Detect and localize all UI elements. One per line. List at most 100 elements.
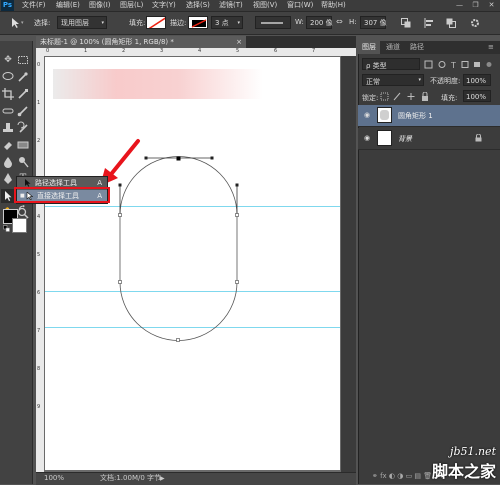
- ruler-tick-label: 1: [84, 48, 88, 54]
- h-label: H:: [349, 18, 357, 26]
- layer-row-rounded-rect[interactable]: ◉ 圆角矩形 1: [358, 105, 500, 127]
- menu-layer[interactable]: 图层(L): [120, 0, 143, 11]
- quick-select-tool-icon[interactable]: [16, 70, 30, 84]
- rounded-rectangle-path[interactable]: [45, 57, 340, 470]
- ruler-tick-label: 8: [37, 366, 41, 372]
- fill-swatch[interactable]: [146, 16, 166, 29]
- watermark-site: jb51.net: [450, 445, 496, 458]
- layer-filter-dropdown[interactable]: ρ 类型: [362, 58, 420, 70]
- dodge-tool-icon[interactable]: [16, 155, 30, 169]
- marquee-tool-icon[interactable]: [16, 53, 30, 67]
- width-field[interactable]: 200 像: [306, 16, 333, 29]
- layer-name[interactable]: 圆角矩形 1: [398, 111, 433, 121]
- vertical-scrollbar[interactable]: [341, 56, 356, 472]
- height-value: 307 像: [364, 19, 387, 27]
- watermark-brand: 脚本之家: [431, 462, 496, 481]
- anchor-point[interactable]: [176, 338, 180, 342]
- tab-channels[interactable]: 通道: [382, 41, 404, 54]
- menu-file[interactable]: 文件(F): [22, 0, 46, 11]
- background-color-swatch[interactable]: [12, 218, 27, 233]
- menu-bar: Ps 文件(F) 编辑(E) 图像(I) 图层(L) 文字(Y) 选择(S) 滤…: [0, 0, 500, 12]
- eraser-tool-icon[interactable]: [1, 138, 15, 152]
- stroke-swatch[interactable]: [188, 16, 208, 29]
- ruler-tick-label: 0: [37, 62, 41, 68]
- menu-edit[interactable]: 编辑(E): [56, 0, 80, 11]
- tab-paths[interactable]: 路径: [406, 41, 428, 54]
- close-document-icon[interactable]: ×: [236, 36, 242, 48]
- menu-window[interactable]: 窗口(W): [287, 0, 313, 11]
- stroke-width-field[interactable]: 3 点 ▾: [211, 16, 243, 29]
- tool-preset-chevron-icon[interactable]: ▾: [21, 20, 24, 26]
- gradient-tool-icon[interactable]: [16, 138, 30, 152]
- eye-icon[interactable]: ◉: [363, 111, 371, 119]
- ruler-tick-label: 7: [312, 48, 316, 54]
- fill-field[interactable]: 100%: [463, 90, 491, 102]
- zoom-level[interactable]: 100%: [44, 473, 64, 484]
- anchor-handle[interactable]: [144, 156, 148, 160]
- solid-line-icon: [261, 22, 283, 24]
- brush-tool-icon[interactable]: [16, 104, 30, 118]
- ruler-tick-label: 5: [236, 48, 240, 54]
- lock-icons[interactable]: [380, 92, 436, 101]
- clone-stamp-tool-icon[interactable]: [1, 121, 15, 135]
- select-dropdown-value: 现用图层: [61, 19, 89, 27]
- anchor-handle[interactable]: [210, 156, 214, 160]
- menu-view[interactable]: 视图(V): [253, 0, 277, 11]
- ruler-tick-label: 4: [37, 214, 41, 220]
- eyedropper-tool-icon[interactable]: [16, 87, 30, 101]
- opacity-field[interactable]: 100%: [463, 74, 491, 86]
- ruler-tick-label: 4: [198, 48, 202, 54]
- stroke-type-dropdown[interactable]: [255, 16, 291, 29]
- close-button[interactable]: ✕: [486, 1, 497, 10]
- layer-filter-icons[interactable]: T: [424, 60, 494, 69]
- document-tab[interactable]: 未标题-1 @ 100% (圆角矩形 1, RGB/8) * ×: [36, 36, 246, 48]
- lasso-tool-icon[interactable]: [1, 70, 15, 84]
- healing-brush-tool-icon[interactable]: [1, 104, 15, 118]
- anchor-point[interactable]: [118, 280, 122, 284]
- crop-tool-icon[interactable]: [1, 87, 15, 101]
- opacity-label: 不透明度:: [430, 77, 461, 85]
- menu-select[interactable]: 选择(S): [186, 0, 210, 11]
- restore-button[interactable]: ❐: [470, 1, 481, 10]
- ruler-tick-label: 9: [37, 404, 41, 410]
- anchor-point[interactable]: [176, 156, 181, 161]
- width-value: 200 像: [310, 19, 333, 27]
- path-arrangement-icon[interactable]: [446, 18, 456, 28]
- minimize-button[interactable]: —: [454, 1, 465, 10]
- anchor-point[interactable]: [235, 213, 239, 217]
- menu-image[interactable]: 图像(I): [89, 0, 111, 11]
- anchor-point[interactable]: [118, 213, 122, 217]
- eye-icon[interactable]: ◉: [363, 134, 371, 142]
- swap-colors-icon[interactable]: [18, 205, 26, 213]
- ruler-tick-label: 6: [37, 290, 41, 296]
- tools-panel: ✥ T ✋: [0, 41, 33, 484]
- anchor-point[interactable]: [235, 280, 239, 284]
- layer-row-background[interactable]: ◉ 背景: [358, 128, 500, 150]
- history-brush-tool-icon[interactable]: [16, 121, 30, 135]
- link-dimensions-icon[interactable]: ⇔: [336, 17, 343, 26]
- w-label: W:: [295, 18, 304, 26]
- move-tool-icon[interactable]: ✥: [1, 53, 15, 67]
- menu-type[interactable]: 文字(Y): [152, 0, 176, 11]
- svg-text:T: T: [450, 61, 456, 69]
- status-bar: 100% 文档:1.00M/0 字节 ▶: [36, 472, 356, 485]
- layer-filter-value: ρ 类型: [366, 62, 387, 70]
- path-operations-icon[interactable]: [401, 18, 411, 28]
- status-arrow-icon[interactable]: ▶: [160, 473, 165, 484]
- layer-name[interactable]: 背景: [398, 134, 412, 144]
- panel-menu-icon[interactable]: ≡: [488, 43, 494, 51]
- path-alignment-icon[interactable]: [424, 18, 434, 28]
- height-field[interactable]: 307 像: [360, 16, 387, 29]
- pen-tool-icon[interactable]: [1, 172, 15, 186]
- blend-mode-dropdown[interactable]: 正常 ▾: [362, 74, 424, 86]
- path-select-tool-icon[interactable]: [10, 17, 20, 29]
- menu-filter[interactable]: 滤镜(T): [219, 0, 243, 11]
- blur-tool-icon[interactable]: [1, 155, 15, 169]
- anchor-handle[interactable]: [235, 183, 239, 187]
- settings-gear-icon[interactable]: [470, 18, 480, 28]
- default-colors-icon[interactable]: [3, 225, 10, 232]
- tab-layers[interactable]: 图层: [358, 41, 380, 54]
- menu-help[interactable]: 帮助(H): [321, 0, 346, 11]
- select-dropdown[interactable]: 现用图层 ▾: [57, 16, 107, 29]
- path-selection-tool-icon[interactable]: [1, 189, 15, 203]
